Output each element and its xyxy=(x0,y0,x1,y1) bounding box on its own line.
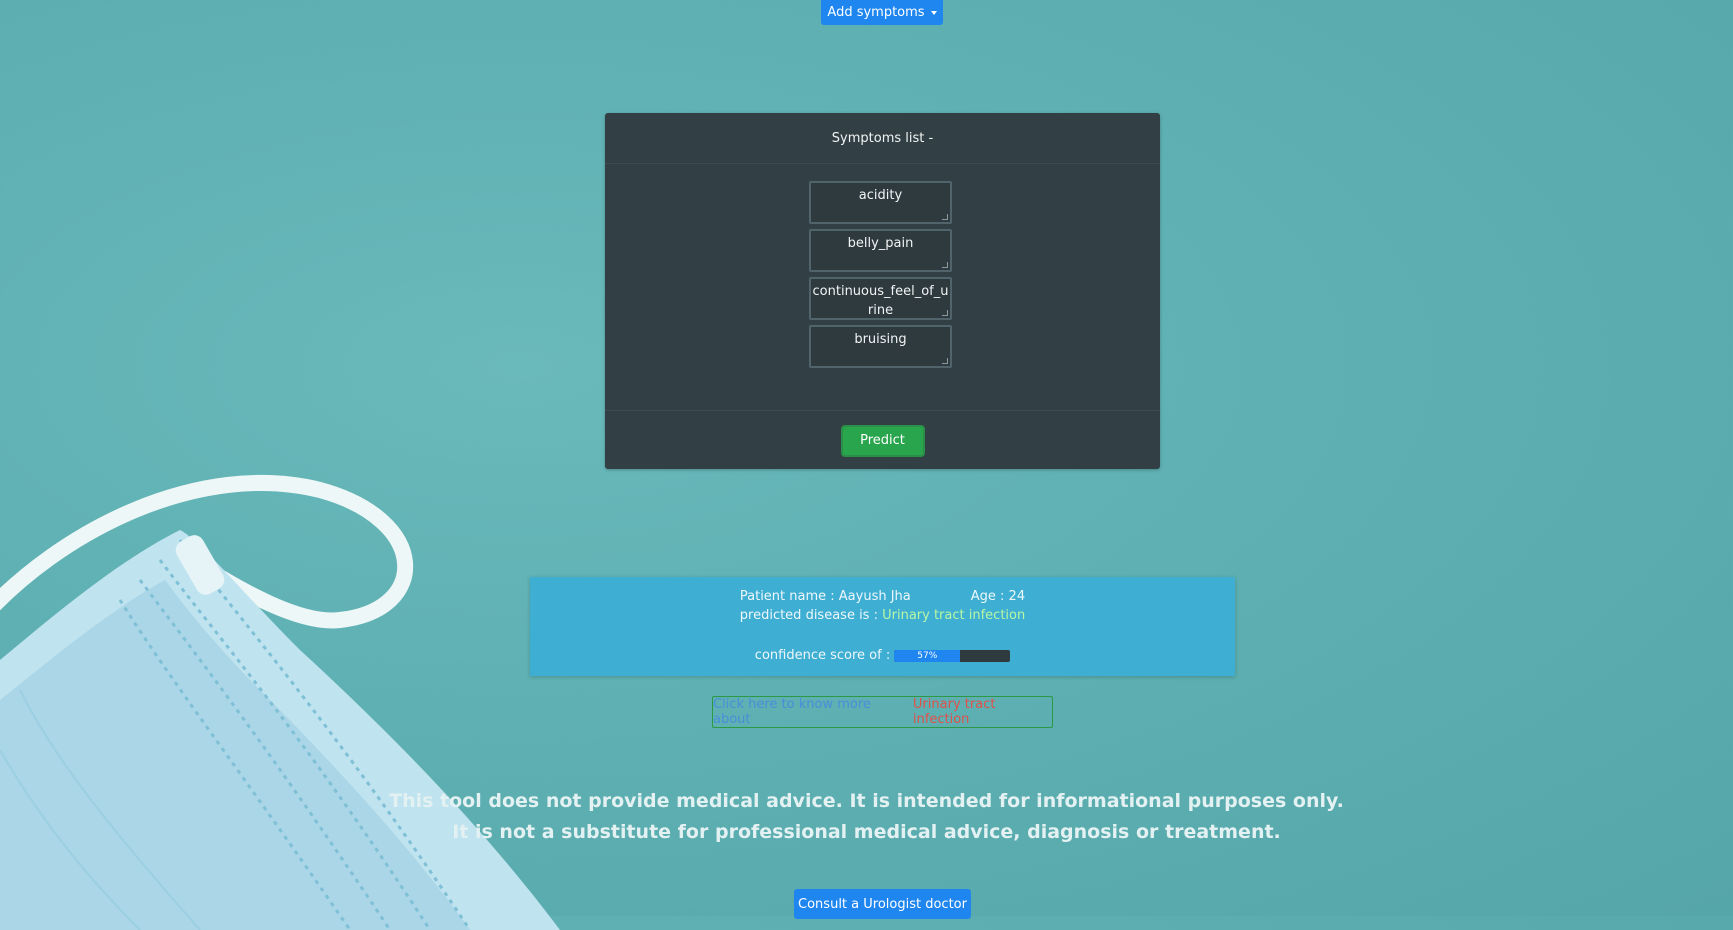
patient-age: Age : 24 xyxy=(970,589,1026,604)
confidence-progress-bar: 57% xyxy=(894,649,1011,662)
symptom-text: continuous_feel_of_urine xyxy=(812,284,949,318)
confidence-line: confidence score of : 57% xyxy=(530,648,1235,663)
resize-handle-icon[interactable] xyxy=(942,214,948,220)
confidence-value: 57% xyxy=(917,650,938,661)
card-header: Symptoms list - xyxy=(605,113,1160,164)
symptom-textarea-bruising[interactable]: bruising xyxy=(809,325,952,368)
disclaimer-line-1: This tool does not provide medical advic… xyxy=(389,790,1344,812)
surgical-mask-image xyxy=(0,470,620,930)
symptom-text: bruising xyxy=(854,332,907,347)
symptoms-list-title: Symptoms list - xyxy=(831,130,934,146)
symptom-textarea-continuous-feel-of-urine[interactable]: continuous_feel_of_urine xyxy=(809,277,952,320)
resize-handle-icon[interactable] xyxy=(942,358,948,364)
card-footer: Predict xyxy=(605,410,1160,470)
symptom-textarea-acidity[interactable]: acidity xyxy=(809,181,952,224)
patient-name: Patient name : Aayush Jha xyxy=(739,589,911,604)
predicted-disease-line: predicted disease is : Urinary tract inf… xyxy=(530,608,1235,623)
symptom-list: acidity belly_pain continuous_feel_of_ur… xyxy=(809,181,952,373)
know-more-text: Click here to know more about xyxy=(713,697,871,727)
medical-disclaimer: This tool does not provide medical advic… xyxy=(0,786,1733,848)
resize-handle-icon[interactable] xyxy=(942,262,948,268)
disclaimer-line-2: It is not a substitute for professional … xyxy=(452,821,1281,843)
patient-info: Patient name : Aayush Jha Age : 24 xyxy=(530,589,1235,604)
consult-doctor-button[interactable]: Consult a Urologist doctor xyxy=(794,889,971,919)
add-symptoms-label: Add symptoms xyxy=(827,5,925,20)
symptoms-card: Symptoms list - acidity belly_pain conti… xyxy=(605,113,1160,469)
symptom-text: acidity xyxy=(858,188,903,203)
resize-handle-icon[interactable] xyxy=(942,310,948,316)
know-more-disease: Urinary tract infection xyxy=(912,697,996,727)
predicted-disease: Urinary tract infection xyxy=(882,608,1026,623)
add-symptoms-dropdown-button[interactable]: Add symptoms xyxy=(821,0,943,25)
confidence-progress-fill: 57% xyxy=(894,649,961,662)
prediction-result-panel: Patient name : Aayush Jha Age : 24 predic… xyxy=(530,577,1235,676)
predict-button[interactable]: Predict xyxy=(840,424,925,457)
symptom-textarea-belly-pain[interactable]: belly_pain xyxy=(809,229,952,272)
know-more-link[interactable]: Click here to know more about Urinary tr… xyxy=(712,696,1053,728)
predicted-disease-prefix: predicted disease is : xyxy=(739,608,883,623)
confidence-label: confidence score of : xyxy=(754,648,891,663)
caret-down-icon xyxy=(930,10,937,15)
symptom-text: belly_pain xyxy=(847,236,914,251)
